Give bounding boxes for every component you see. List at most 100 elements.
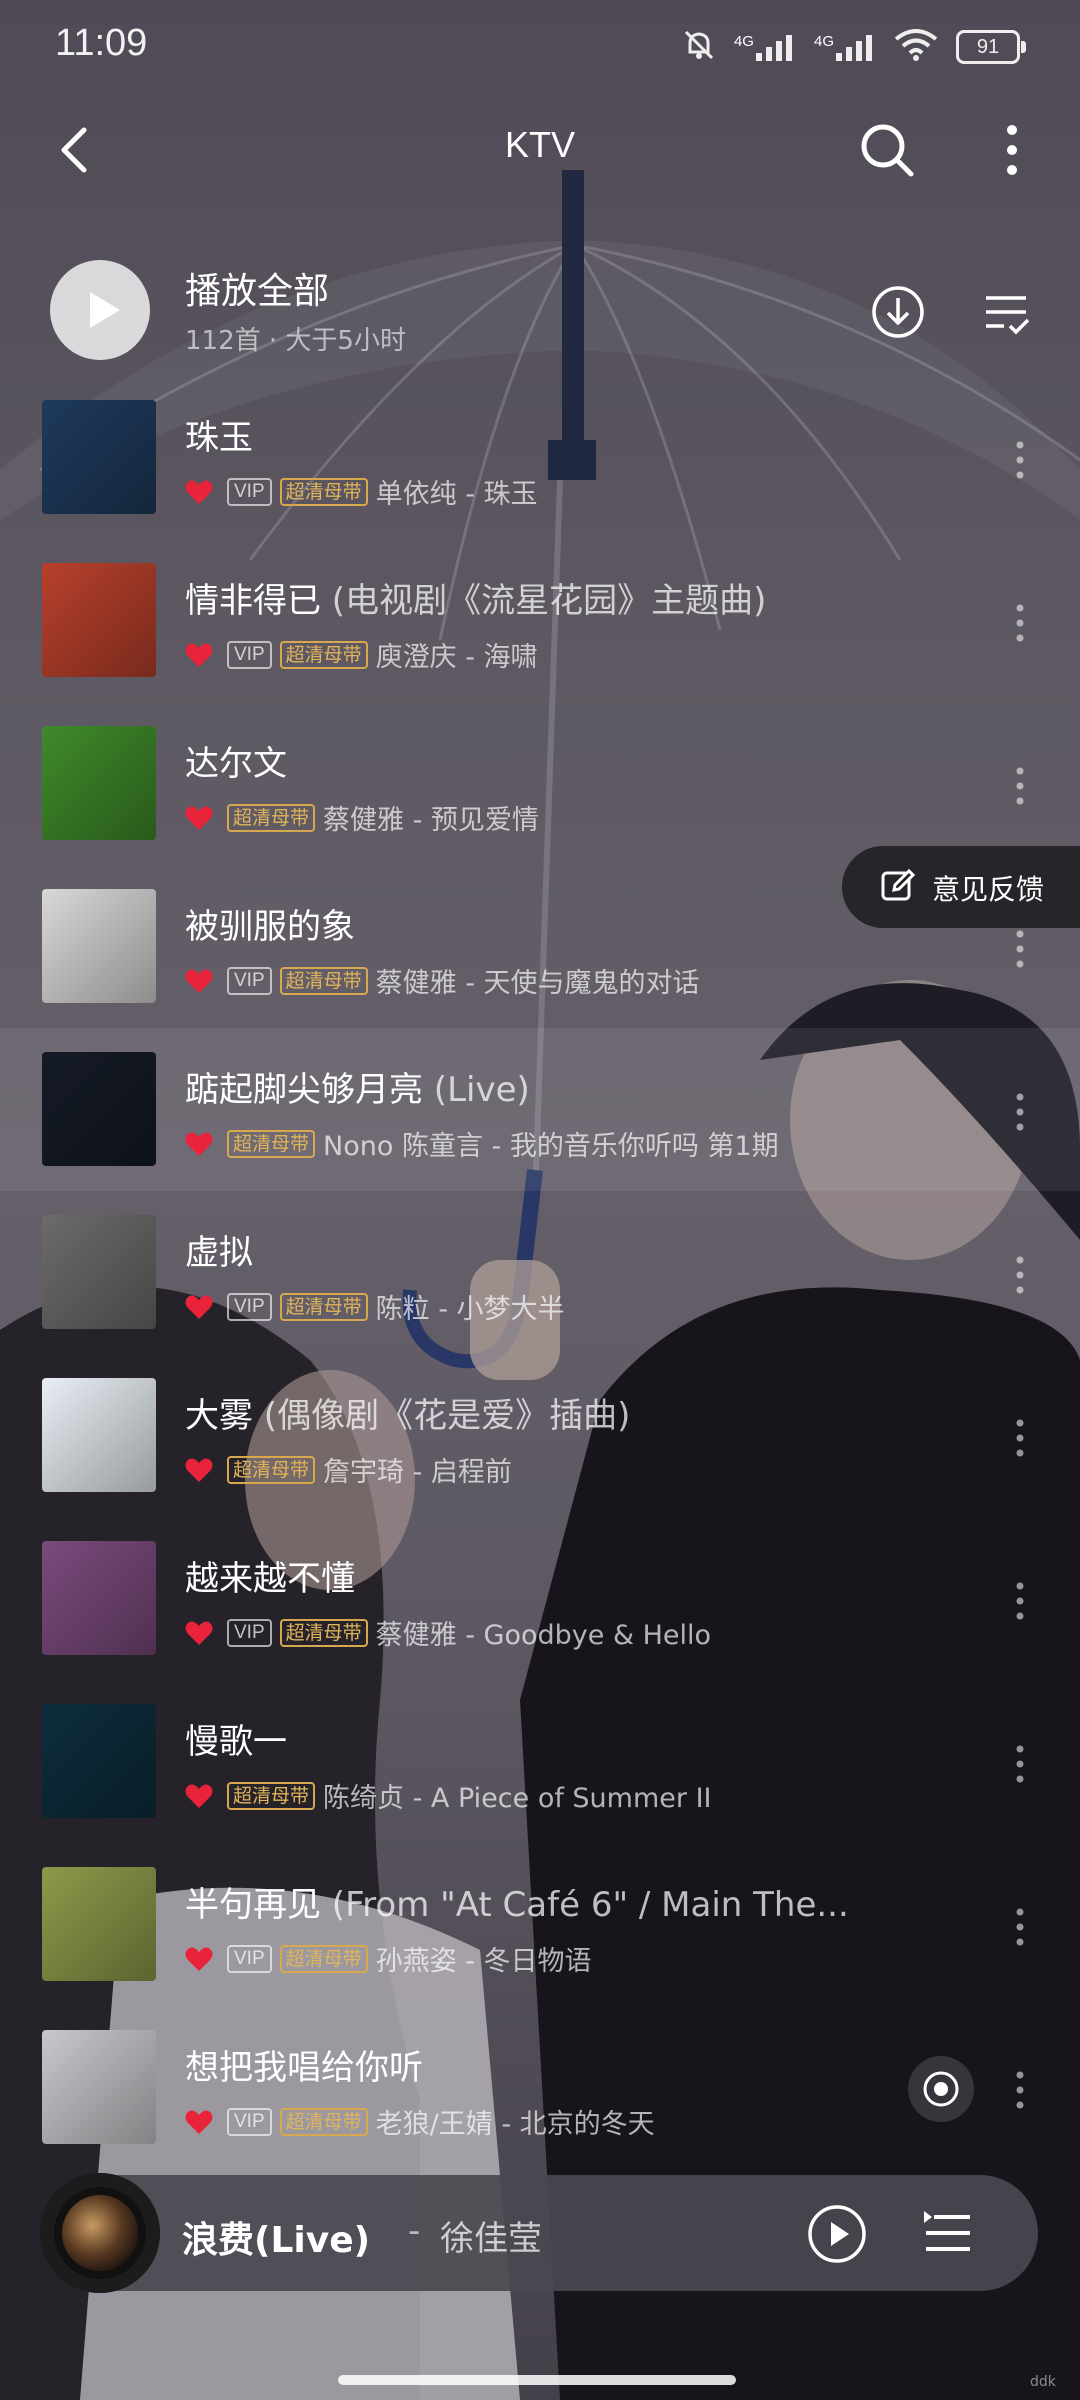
vip-badge: VIP [227, 640, 272, 669]
song-title-subtitle: (电视剧《流星花园》主题曲) [321, 581, 767, 621]
vip-badge: VIP [227, 1944, 272, 1973]
now-playing-disc[interactable] [40, 2173, 160, 2293]
song-title-main: 大雾 [185, 1396, 253, 1436]
hq-badge: 超清母带 [279, 640, 368, 669]
song-row[interactable]: 半句再见 (From "At Café 6" / Main The... VIP… [0, 1847, 1080, 2010]
song-row[interactable]: 慢歌一 超清母带 陈绮贞 - A Piece of Summer II [0, 1684, 1080, 1847]
song-row[interactable]: 珠玉 VIP 超清母带 单依纯 - 珠玉 [0, 380, 1080, 543]
vip-badge: VIP [227, 1292, 272, 1321]
hq-badge: 超清母带 [227, 1781, 316, 1810]
song-title-main: 达尔文 [185, 744, 287, 784]
signal-icon: 4G [814, 33, 876, 61]
song-info: VIP 超清母带 庾澄庆 - 海啸 [185, 635, 538, 674]
song-title: 珠玉 [185, 410, 253, 459]
more-vertical-icon[interactable] [1010, 1579, 1030, 1623]
top-navigation: KTV [0, 110, 1080, 190]
more-vertical-icon[interactable] [1010, 927, 1030, 971]
song-artist-album: 詹宇琦 - 启程前 [323, 1457, 512, 1488]
hq-badge: 超清母带 [279, 966, 368, 995]
album-cover [42, 1052, 156, 1166]
album-cover [42, 726, 156, 840]
song-info: VIP 超清母带 孙燕姿 - 冬日物语 [185, 1939, 592, 1978]
heart-icon[interactable] [185, 1294, 213, 1320]
vip-badge: VIP [227, 966, 272, 995]
song-artist-album: 陈粒 - 小梦大半 [375, 1294, 565, 1325]
song-title: 情非得已 (电视剧《流星花园》主题曲) [185, 573, 766, 622]
song-info: VIP 超清母带 陈粒 - 小梦大半 [185, 1287, 565, 1326]
song-title-main: 珠玉 [185, 418, 253, 458]
more-vertical-icon[interactable] [1010, 1905, 1030, 1949]
song-title: 半句再见 (From "At Café 6" / Main The... [185, 1877, 849, 1926]
more-vertical-icon[interactable] [1010, 601, 1030, 645]
album-cover [42, 1215, 156, 1329]
heart-icon[interactable] [185, 1131, 213, 1157]
song-info: VIP 超清母带 老狼/王婧 - 北京的冬天 [185, 2102, 655, 2141]
more-vertical-icon[interactable] [1010, 1416, 1030, 1460]
status-icons: 4G 4G 91 [682, 28, 1026, 66]
song-artist-album: 老狼/王婧 - 北京的冬天 [375, 2109, 655, 2140]
song-artist-album: 单依纯 - 珠玉 [375, 479, 538, 510]
album-cover [42, 1704, 156, 1818]
search-icon[interactable] [855, 118, 919, 182]
hq-badge: 超清母带 [227, 1455, 316, 1484]
song-row[interactable]: 虚拟 VIP 超清母带 陈粒 - 小梦大半 [0, 1195, 1080, 1358]
heart-icon[interactable] [185, 642, 213, 668]
song-title-main: 情非得已 [185, 581, 321, 621]
wifi-icon [894, 29, 938, 65]
song-title-main: 踮起脚尖够月亮 [185, 1070, 423, 1110]
song-title-main: 虚拟 [185, 1233, 253, 1273]
play-pause-icon[interactable] [806, 2203, 868, 2265]
song-title: 被驯服的象 [185, 899, 355, 948]
heart-icon[interactable] [185, 479, 213, 505]
mv-icon[interactable] [908, 2056, 974, 2122]
hq-badge: 超清母带 [279, 1944, 368, 1973]
more-vertical-icon[interactable] [1010, 1090, 1030, 1134]
album-cover [42, 1378, 156, 1492]
more-vertical-icon[interactable] [1010, 1742, 1030, 1786]
corner-watermark: ddk [1030, 2374, 1056, 2390]
song-row[interactable]: 情非得已 (电视剧《流星花园》主题曲) VIP 超清母带 庾澄庆 - 海啸 [0, 543, 1080, 706]
more-vertical-icon[interactable] [1010, 2068, 1030, 2112]
album-cover [42, 889, 156, 1003]
song-title: 越来越不懂 [185, 1551, 355, 1600]
song-row[interactable]: 想把我唱给你听 VIP 超清母带 老狼/王婧 - 北京的冬天 [0, 2010, 1080, 2173]
more-vertical-icon[interactable] [1010, 764, 1030, 808]
more-vertical-icon[interactable] [1010, 438, 1030, 482]
song-title-main: 越来越不懂 [185, 1559, 355, 1599]
heart-icon[interactable] [185, 2109, 213, 2135]
heart-icon[interactable] [185, 1457, 213, 1483]
heart-icon[interactable] [185, 1620, 213, 1646]
song-artist-album: 陈绮贞 - A Piece of Summer II [323, 1783, 712, 1814]
album-cover [42, 1867, 156, 1981]
song-row[interactable]: 踮起脚尖够月亮 (Live) 超清母带 Nono 陈童言 - 我的音乐你听吗 第… [0, 1032, 1080, 1195]
more-vertical-icon[interactable] [1010, 1253, 1030, 1297]
feedback-button[interactable]: 意见反馈 [842, 846, 1080, 928]
edit-icon [881, 868, 916, 901]
multi-select-icon[interactable] [980, 286, 1034, 340]
song-title: 想把我唱给你听 [185, 2040, 423, 2089]
heart-icon[interactable] [185, 805, 213, 831]
heart-icon[interactable] [185, 1946, 213, 1972]
playlist-queue-icon[interactable] [920, 2205, 976, 2261]
download-icon[interactable] [868, 282, 928, 342]
mini-player[interactable]: 浪费(Live) - 徐佳莹 [40, 2173, 1038, 2293]
play-all-button[interactable] [50, 260, 150, 360]
home-indicator[interactable] [338, 2375, 736, 2385]
album-cover [42, 2030, 156, 2144]
song-info: 超清母带 詹宇琦 - 启程前 [185, 1450, 512, 1489]
song-title-main: 慢歌一 [185, 1722, 287, 1762]
mute-bell-icon [682, 28, 716, 66]
now-playing-artist: 徐佳莹 [440, 2219, 542, 2259]
song-row[interactable]: 达尔文 超清母带 蔡健雅 - 预见爱情 [0, 706, 1080, 869]
hq-badge: 超清母带 [279, 477, 368, 506]
network-type-label: 4G [733, 33, 754, 50]
play-all-label[interactable]: 播放全部 [185, 262, 329, 314]
song-info: VIP 超清母带 蔡健雅 - 天使与魔鬼的对话 [185, 961, 700, 1000]
more-vertical-icon[interactable] [992, 118, 1032, 182]
heart-icon[interactable] [185, 1783, 213, 1809]
status-time: 11:09 [55, 22, 148, 64]
song-row[interactable]: 越来越不懂 VIP 超清母带 蔡健雅 - Goodbye & Hello [0, 1521, 1080, 1684]
song-row[interactable]: 大雾 (偶像剧《花是爱》插曲) 超清母带 詹宇琦 - 启程前 [0, 1358, 1080, 1521]
heart-icon[interactable] [185, 968, 213, 994]
song-info: 超清母带 陈绮贞 - A Piece of Summer II [185, 1776, 712, 1815]
